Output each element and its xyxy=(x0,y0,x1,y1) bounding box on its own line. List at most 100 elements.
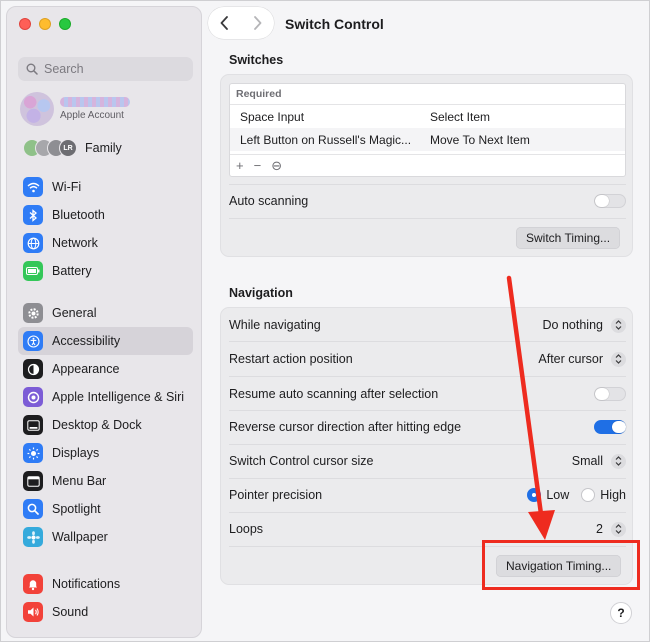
loops-value: 2 xyxy=(596,522,603,536)
sidebar-group-alerts: Notifications Sound xyxy=(18,570,193,626)
sidebar-item-apple-intelligence-siri[interactable]: Apple Intelligence & Siri xyxy=(18,383,193,411)
switch-options-button[interactable]: ⊖ xyxy=(271,158,282,174)
radio-label: Low xyxy=(546,488,570,502)
restart-action-value: After cursor xyxy=(538,352,603,366)
navigation-section-title: Navigation xyxy=(229,286,293,300)
sidebar-item-displays[interactable]: Displays xyxy=(18,439,193,467)
family-avatar-initials: LR xyxy=(59,139,77,157)
chevron-right-icon xyxy=(254,16,262,30)
radio-label: High xyxy=(600,488,626,502)
appearance-icon xyxy=(23,359,43,379)
loops-row: Loops 2 xyxy=(229,519,626,539)
accessibility-icon xyxy=(23,331,43,351)
sidebar-item-label: Battery xyxy=(52,264,92,278)
auto-scanning-toggle[interactable] xyxy=(594,194,626,208)
sidebar-item-spotlight[interactable]: Spotlight xyxy=(18,495,193,523)
sidebar-item-label: Network xyxy=(52,236,98,250)
radio-selected-icon xyxy=(527,488,542,502)
sidebar-group-system: General Accessibility Appearance Apple Inte… xyxy=(18,299,193,551)
restart-action-popup[interactable]: After cursor xyxy=(538,351,626,367)
while-navigating-value: Do nothing xyxy=(542,318,603,332)
sidebar-item-wallpaper[interactable]: Wallpaper xyxy=(18,523,193,551)
sidebar: Search Apple Account LR Family Wi-Fi Blue… xyxy=(6,6,202,638)
switch-name: Left Button on Russell's Magic... xyxy=(240,132,412,147)
account-label: Apple Account xyxy=(60,110,124,121)
sidebar-item-sound[interactable]: Sound xyxy=(18,598,193,626)
search-icon xyxy=(26,63,38,75)
sidebar-item-accessibility[interactable]: Accessibility xyxy=(18,327,193,355)
reverse-cursor-label: Reverse cursor direction after hitting e… xyxy=(229,420,462,434)
loops-stepper[interactable]: 2 xyxy=(596,521,626,537)
while-navigating-popup[interactable]: Do nothing xyxy=(542,317,626,333)
table-footer: + − ⊖ xyxy=(230,154,625,176)
switch-name: Space Input xyxy=(240,109,305,124)
divider xyxy=(229,444,626,445)
family-avatars: LR xyxy=(23,139,77,157)
cursor-size-value: Small xyxy=(571,454,603,468)
divider xyxy=(229,512,626,513)
sidebar-item-label: Apple Intelligence & Siri xyxy=(52,390,185,404)
avatar xyxy=(20,92,54,126)
cursor-size-row: Switch Control cursor size Small xyxy=(229,451,626,471)
switch-timing-button[interactable]: Switch Timing... xyxy=(516,227,621,249)
search-input[interactable]: Search xyxy=(18,57,193,81)
magnifier-icon xyxy=(23,499,43,519)
resume-scanning-toggle[interactable] xyxy=(594,387,626,401)
back-button[interactable] xyxy=(208,7,241,39)
loops-label: Loops xyxy=(229,522,264,536)
gear-icon xyxy=(23,303,43,323)
pointer-precision-high-radio[interactable]: High xyxy=(581,488,626,502)
sidebar-item-network[interactable]: Network xyxy=(18,229,193,257)
page-title: Switch Control xyxy=(285,16,384,32)
switches-table: Required Space Input Select Item Left Bu… xyxy=(229,83,626,177)
restart-action-row: Restart action position After cursor xyxy=(229,349,626,369)
dock-icon xyxy=(23,415,43,435)
sidebar-item-general[interactable]: General xyxy=(18,299,193,327)
minimize-window-button[interactable] xyxy=(39,18,51,30)
bluetooth-icon xyxy=(23,205,43,225)
sidebar-item-label: Sound xyxy=(52,605,89,619)
up-down-chevron-icon xyxy=(611,521,626,537)
sidebar-group-connectivity: Wi-Fi Bluetooth Network Battery xyxy=(18,173,193,285)
radio-unselected-icon xyxy=(581,488,596,502)
sidebar-item-bluetooth[interactable]: Bluetooth xyxy=(18,201,193,229)
sidebar-item-label: Appearance xyxy=(52,362,120,376)
remove-switch-button[interactable]: − xyxy=(254,158,262,173)
switch-action: Move To Next Item xyxy=(430,132,530,147)
sidebar-item-label: Spotlight xyxy=(52,502,101,516)
sidebar-item-wi-fi[interactable]: Wi-Fi xyxy=(18,173,193,201)
reverse-cursor-row: Reverse cursor direction after hitting e… xyxy=(229,417,626,437)
sidebar-item-menu-bar[interactable]: Menu Bar xyxy=(18,467,193,495)
speaker-icon xyxy=(23,602,43,622)
sidebar-item-label: Wallpaper xyxy=(52,530,108,544)
family-item[interactable]: LR Family xyxy=(23,139,122,157)
help-button[interactable]: ? xyxy=(610,602,632,624)
reverse-cursor-toggle[interactable] xyxy=(594,420,626,434)
account-name-redacted xyxy=(60,97,130,107)
sidebar-item-notifications[interactable]: Notifications xyxy=(18,570,193,598)
zoom-window-button[interactable] xyxy=(59,18,71,30)
sidebar-item-appearance[interactable]: Appearance xyxy=(18,355,193,383)
sidebar-item-desktop-dock[interactable]: Desktop & Dock xyxy=(18,411,193,439)
sidebar-item-label: Wi-Fi xyxy=(52,180,82,194)
apple-account-item[interactable]: Apple Account xyxy=(20,92,130,126)
menubar-icon xyxy=(23,471,43,491)
switch-action: Select Item xyxy=(430,109,491,124)
table-row[interactable]: Left Button on Russell's Magic... Move T… xyxy=(230,128,625,151)
close-window-button[interactable] xyxy=(19,18,31,30)
forward-button[interactable] xyxy=(241,7,274,39)
table-row[interactable]: Space Input Select Item xyxy=(230,105,625,128)
table-header: Required xyxy=(230,84,625,105)
family-label: Family xyxy=(85,141,122,155)
sidebar-item-label: Accessibility xyxy=(52,334,121,348)
cursor-size-popup[interactable]: Small xyxy=(571,453,626,469)
add-switch-button[interactable]: + xyxy=(236,158,244,173)
history-nav xyxy=(208,7,274,39)
pointer-precision-radio-group: Low High xyxy=(527,488,626,502)
sidebar-item-battery[interactable]: Battery xyxy=(18,257,193,285)
annotation-highlight-box xyxy=(482,540,640,590)
search-placeholder: Search xyxy=(44,62,84,76)
wifi-icon xyxy=(23,177,43,197)
sidebar-item-label: Notifications xyxy=(52,577,121,591)
pointer-precision-low-radio[interactable]: Low xyxy=(527,488,569,502)
